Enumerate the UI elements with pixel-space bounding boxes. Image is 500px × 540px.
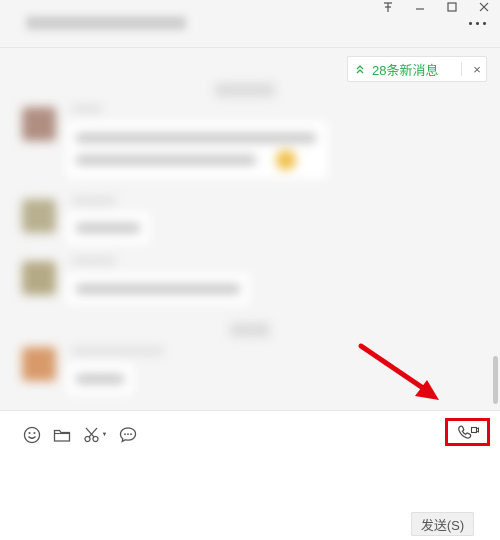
video-call-icon: [457, 425, 479, 439]
close-notice-button[interactable]: ×: [468, 62, 486, 77]
input-toolbar: ▼: [22, 425, 138, 445]
chat-bubble-icon[interactable]: [118, 425, 138, 445]
emoji-icon[interactable]: [22, 425, 42, 445]
folder-icon[interactable]: [52, 425, 72, 445]
more-dots-icon[interactable]: [469, 22, 486, 25]
double-chevron-up-icon: [348, 64, 372, 74]
chat-scrollbar[interactable]: [493, 356, 498, 404]
video-call-button[interactable]: [445, 418, 490, 446]
annotation-arrow-icon: [358, 343, 439, 400]
chat-header: [0, 0, 500, 48]
new-messages-notice[interactable]: 28条新消息 ×: [347, 56, 487, 82]
notice-divider: [461, 62, 462, 76]
chat-title: [26, 16, 186, 32]
chevron-down-icon[interactable]: ▼: [102, 432, 108, 438]
blurred-title: [26, 16, 186, 30]
new-messages-count: 28条新消息: [372, 62, 439, 78]
scissors-icon[interactable]: ▼: [82, 425, 108, 445]
send-button[interactable]: 发送(S): [411, 512, 474, 536]
